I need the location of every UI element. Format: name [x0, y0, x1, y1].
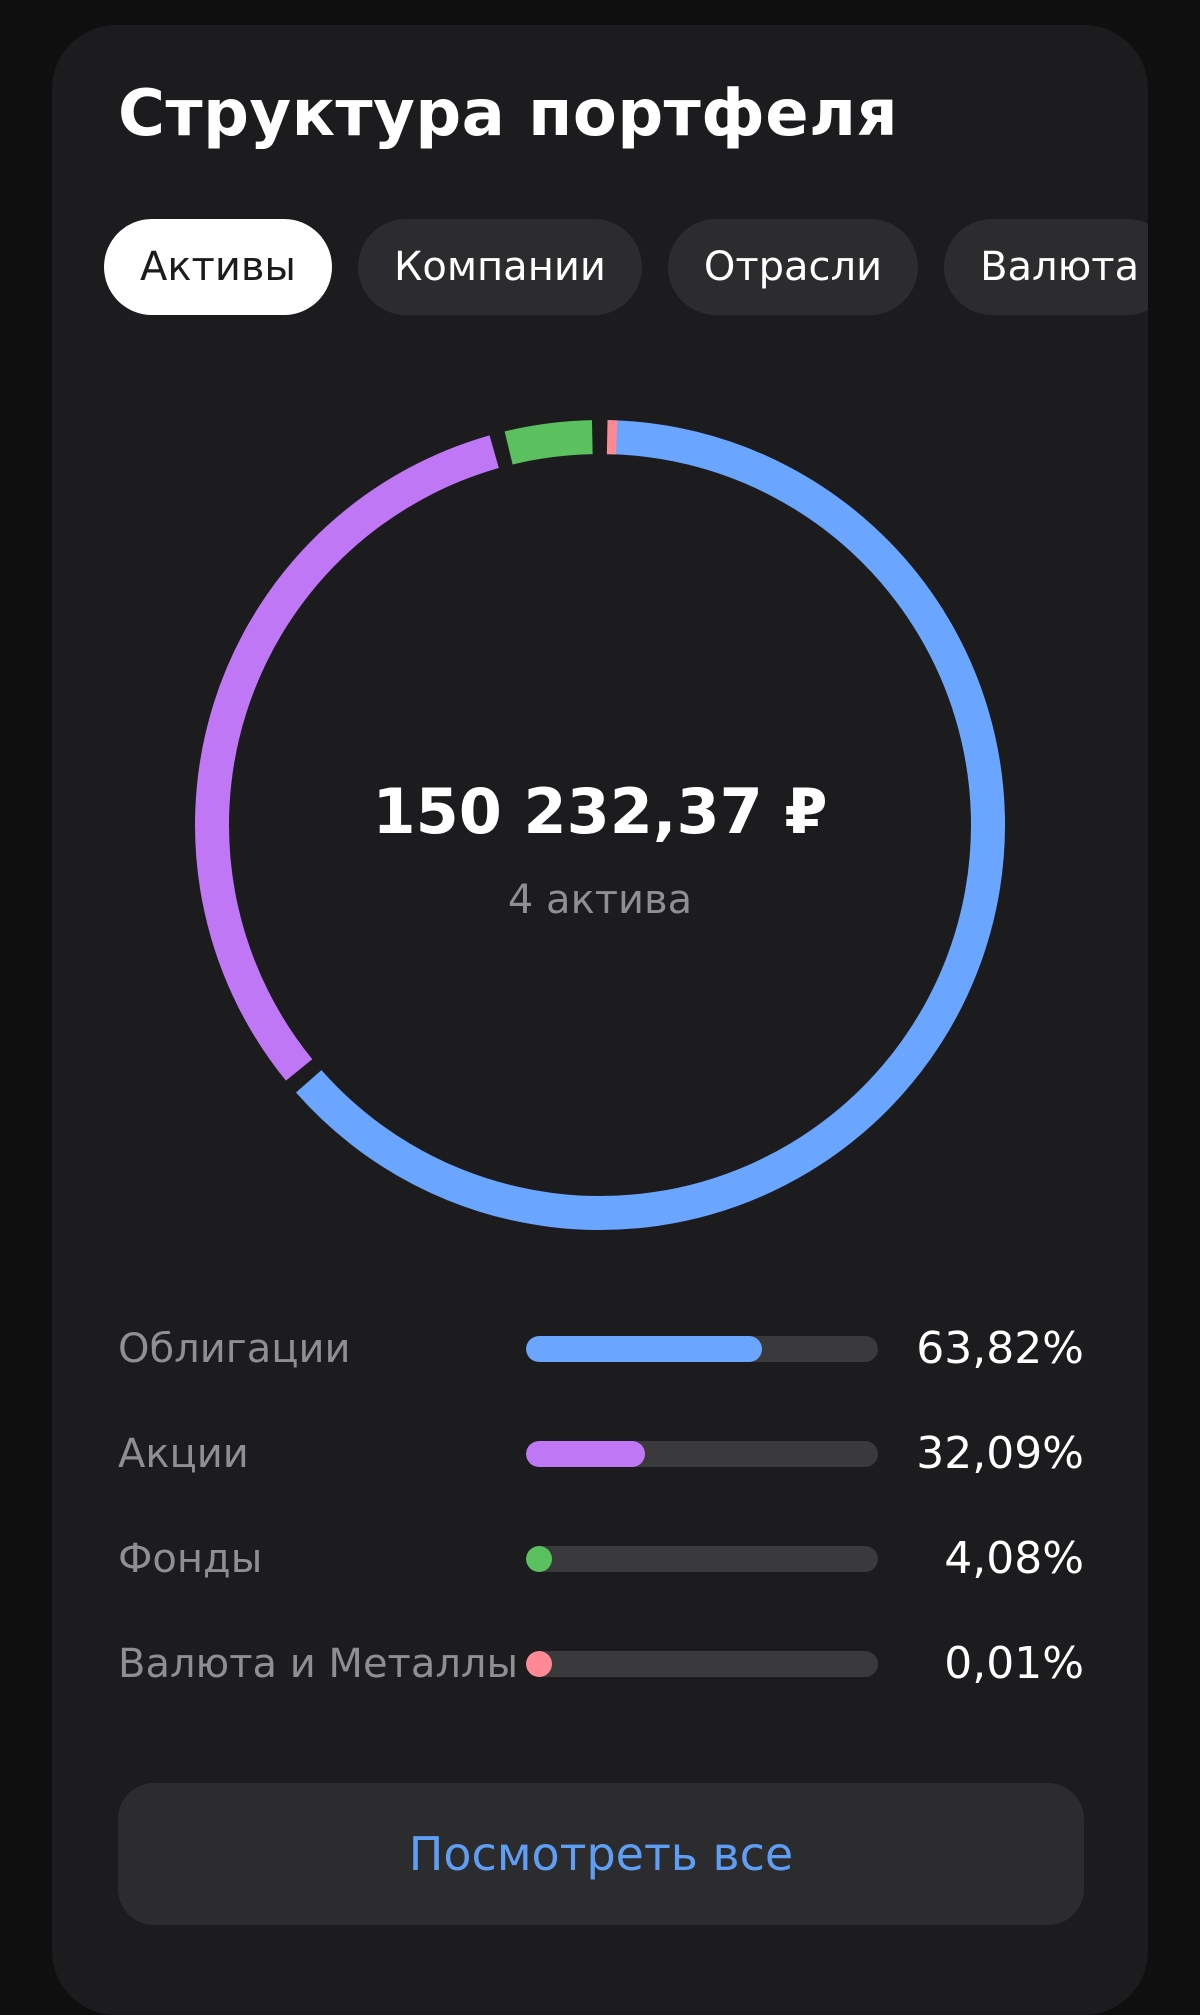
donut-segment-stocks	[212, 452, 494, 1070]
asset-count-label: 4 актива	[190, 877, 1010, 923]
legend-label: Фонды	[118, 1529, 262, 1589]
legend-row-bonds[interactable]: Облигации 63,82%	[118, 1319, 1084, 1379]
legend-value: 32,09%	[916, 1424, 1084, 1484]
legend-bar-fill	[526, 1441, 645, 1467]
legend-value: 4,08%	[944, 1529, 1084, 1589]
tab-assets[interactable]: Активы	[104, 219, 332, 315]
legend-bar-track	[526, 1441, 878, 1467]
legend-row-funds[interactable]: Фонды 4,08%	[118, 1529, 1084, 1589]
page-title: Структура портфеля	[118, 77, 898, 151]
portfolio-structure-card: Структура портфеля Активы Компании Отрас…	[52, 25, 1148, 2015]
tab-companies[interactable]: Компании	[358, 219, 642, 315]
legend-value: 63,82%	[916, 1319, 1084, 1379]
legend-value: 0,01%	[944, 1634, 1084, 1694]
tab-currency[interactable]: Валюта	[944, 219, 1148, 315]
legend-row-stocks[interactable]: Акции 32,09%	[118, 1424, 1084, 1484]
legend-bar-track	[526, 1336, 878, 1362]
legend-bar-fill	[526, 1546, 552, 1572]
legend-bar-track	[526, 1546, 878, 1572]
legend-bar-track	[526, 1651, 878, 1677]
view-all-button[interactable]: Посмотреть все	[118, 1783, 1084, 1925]
donut-segment-funds	[509, 437, 593, 448]
legend-label: Облигации	[118, 1319, 350, 1379]
tab-industries[interactable]: Отрасли	[668, 219, 918, 315]
legend-row-currency-metals[interactable]: Валюта и Металлы 0,01%	[118, 1634, 1084, 1694]
legend-label: Акции	[118, 1424, 249, 1484]
portfolio-total-value: 150 232,37 ₽	[190, 775, 1010, 848]
legend-label: Валюта и Металлы	[118, 1634, 518, 1694]
tab-bar: Активы Компании Отрасли Валюта	[104, 219, 1148, 315]
legend-bar-fill	[526, 1336, 762, 1362]
legend-bar-fill	[526, 1651, 552, 1677]
